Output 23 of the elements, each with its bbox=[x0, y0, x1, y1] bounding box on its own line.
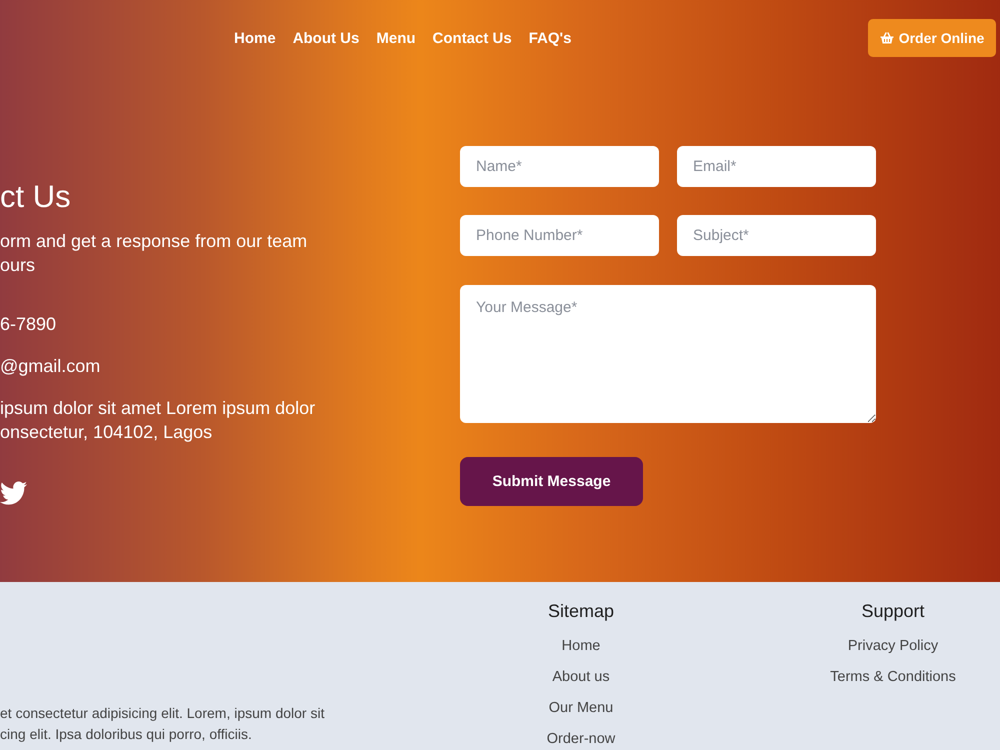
footer-link[interactable]: About us bbox=[552, 668, 610, 686]
footer-link[interactable]: Privacy Policy bbox=[848, 637, 938, 655]
input-field[interactable]: Phone Number* bbox=[460, 215, 659, 256]
basket-icon bbox=[880, 32, 894, 44]
submit-button[interactable]: Submit Message bbox=[460, 457, 643, 506]
footer-heading: Support bbox=[861, 600, 925, 623]
footer-link[interactable]: Terms & Conditions bbox=[830, 668, 956, 686]
footer-link[interactable]: Order-now bbox=[546, 730, 616, 748]
intro-text: orm and get a response from our team ours bbox=[0, 230, 308, 277]
input-field[interactable]: Email* bbox=[677, 146, 876, 187]
email-text: @gmail.com bbox=[0, 355, 100, 378]
nav-link[interactable]: Home bbox=[234, 30, 276, 46]
input-field[interactable]: Subject* bbox=[677, 215, 876, 256]
page-heading: ct Us bbox=[0, 179, 71, 215]
footer-link[interactable]: Our Menu bbox=[548, 699, 614, 717]
phone-text: 6-7890 bbox=[0, 313, 56, 336]
footer-link[interactable]: Home bbox=[562, 637, 600, 655]
input-field[interactable]: Name* bbox=[460, 146, 659, 187]
message-field[interactable]: Your Message* bbox=[460, 285, 876, 423]
bird-icon[interactable] bbox=[0, 481, 27, 505]
footer-text: et consectetur adipisicing elit. Lorem, ipsum dolor sit cing elit. Ipsa doloribus qui porro, officiis. bbox=[0, 704, 324, 744]
footer-heading: Sitemap bbox=[548, 600, 614, 623]
address-text: ipsum dolor sit amet Lorem ipsum dolor onsectetur, 104102, Lagos bbox=[0, 397, 316, 444]
